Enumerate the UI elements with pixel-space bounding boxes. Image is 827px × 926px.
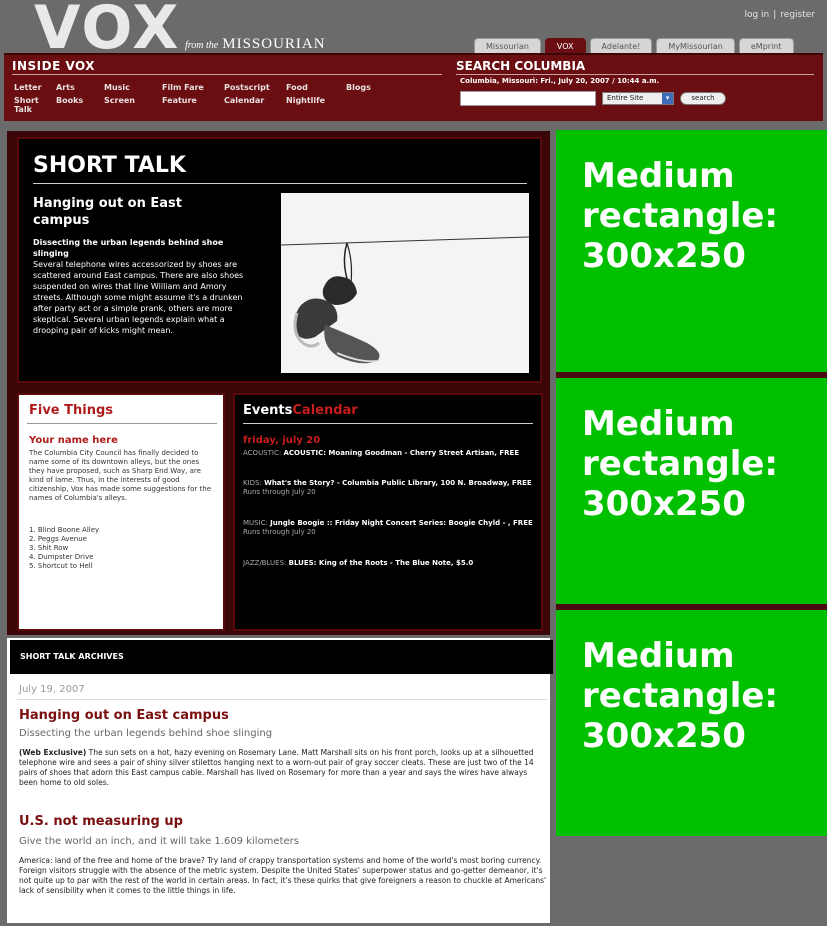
ad-medium-rectangle[interactable]: Medium rectangle: 300x250: [556, 610, 827, 836]
event-item[interactable]: JAZZ/BLUES: BLUES: King of the Roots - T…: [243, 559, 539, 568]
nav-nightlife[interactable]: Nightlife: [286, 96, 346, 114]
divider: [243, 423, 533, 424]
ad-medium-rectangle[interactable]: Medium rectangle: 300x250: [556, 130, 827, 372]
event-category: KIDS:: [243, 479, 262, 487]
nav-books[interactable]: Books: [56, 96, 104, 114]
section-title: SHORT TALK: [33, 153, 186, 178]
nav-arts[interactable]: Arts: [56, 83, 104, 92]
main-content: SHORT TALK Hanging out on East campus Di…: [4, 128, 553, 638]
short-talk-feature: SHORT TALK Hanging out on East campus Di…: [17, 137, 542, 383]
dateline: Columbia, Missouri: Fri., July 20, 2007 …: [460, 77, 660, 85]
five-things-list: 1. Blind Boone Alley 2. Peggs Avenue 3. …: [29, 526, 215, 571]
events-title-main: Events: [243, 403, 293, 418]
hanging-shoes-image: [281, 193, 529, 373]
nav-short-talk[interactable]: Short Talk: [14, 96, 56, 114]
missourian-tagline: from the MISSOURIAN: [185, 36, 326, 53]
divider: [17, 699, 547, 700]
divider: |: [773, 10, 777, 20]
search-scope-select[interactable]: Entire Site ▾: [602, 92, 674, 105]
divider: [33, 183, 527, 184]
event-category: JAZZ/BLUES:: [243, 559, 287, 567]
navigation-bar: INSIDE VOX Letter Arts Music Film Fare P…: [4, 53, 823, 121]
event-runs: Runs through July 20: [243, 528, 316, 536]
chevron-down-icon: ▾: [662, 93, 673, 104]
divider: [27, 423, 217, 424]
archives-header: SHORT TALK ARCHIVES: [10, 640, 553, 674]
nav-music[interactable]: Music: [104, 83, 162, 92]
event-category: ACOUSTIC:: [243, 449, 282, 457]
ad-medium-rectangle[interactable]: Medium rectangle: 300x250: [556, 378, 827, 604]
event-category: MUSIC:: [243, 519, 268, 527]
archive-subhead: Give the world an inch, and it will take…: [19, 836, 299, 847]
register-link[interactable]: register: [780, 10, 815, 20]
events-date: friday, july 20: [243, 435, 321, 446]
archive-lead: (Web Exclusive): [19, 748, 87, 757]
event-text: ACOUSTIC: Moaning Goodman - Cherry Stree…: [283, 449, 520, 457]
five-things-box: Five Things Your name here The Columbia …: [17, 393, 225, 631]
short-talk-archives: SHORT TALK ARCHIVES July 19, 2007 Hangin…: [4, 638, 553, 926]
nav-postscript[interactable]: Postscript: [224, 83, 286, 92]
tab-mymissourian[interactable]: MyMissourian: [656, 38, 735, 53]
nav-calendar[interactable]: Calendar: [224, 96, 286, 114]
archive-headline[interactable]: U.S. not measuring up: [19, 814, 183, 829]
site-tabs: Missourian VOX Adelante! MyMissourian eM…: [474, 38, 794, 53]
archives-date: July 19, 2007: [19, 684, 85, 695]
event-item[interactable]: ACOUSTIC: ACOUSTIC: Moaning Goodman - Ch…: [243, 449, 539, 458]
events-title-calendar: Calendar: [292, 403, 358, 418]
list-item: 4. Dumpster Drive: [29, 553, 94, 561]
archive-text: America: land of the free and home of th…: [19, 856, 547, 895]
events-calendar-box: EventsCalendar friday, july 20 ACOUSTIC:…: [233, 393, 543, 631]
feature-body: Several telephone wires accessorized by …: [33, 260, 244, 335]
tab-missourian[interactable]: Missourian: [474, 38, 541, 53]
feature-photo[interactable]: [281, 193, 529, 373]
site-header: VOX from the MISSOURIAN log in | register M…: [0, 0, 827, 128]
feature-subhead: Dissecting the urban legends behind shoe…: [33, 238, 224, 258]
five-things-subhead[interactable]: Your name here: [29, 435, 118, 446]
from-the-text: from the: [185, 40, 219, 51]
missourian-text: MISSOURIAN: [222, 36, 326, 52]
five-things-body: The Columbia City Council has finally de…: [29, 449, 212, 502]
archive-subhead: Dissecting the urban legends behind shoe…: [19, 728, 273, 739]
section-nav: Letter Arts Music Film Fare Postscript F…: [14, 83, 390, 114]
list-item: 1. Blind Boone Alley: [29, 526, 100, 534]
list-item: 3. Shit Row: [29, 544, 69, 552]
list-item: 5. Shortcut to Hell: [29, 562, 93, 570]
nav-feature[interactable]: Feature: [162, 96, 224, 114]
feature-headline[interactable]: Hanging out on East campus: [33, 195, 233, 229]
nav-food[interactable]: Food: [286, 83, 346, 92]
tab-emprint[interactable]: eMprint: [738, 38, 794, 53]
nav-letter[interactable]: Letter: [14, 83, 56, 92]
five-things-title[interactable]: Five Things: [29, 403, 113, 418]
tab-adelante[interactable]: Adelante!: [589, 38, 653, 53]
archive-body: America: land of the free and home of th…: [19, 856, 547, 896]
archive-body: (Web Exclusive) The sun sets on a hot, h…: [19, 748, 547, 788]
nav-film-fare[interactable]: Film Fare: [162, 83, 224, 92]
vox-logo[interactable]: VOX: [34, 0, 181, 60]
search-title: SEARCH COLUMBIA: [456, 59, 814, 75]
events-title[interactable]: EventsCalendar: [243, 403, 358, 418]
event-text: What's the Story? - Columbia Public Libr…: [264, 479, 532, 487]
event-text: Jungle Boogie :: Friday Night Concert Se…: [270, 519, 533, 527]
search-scope-value: Entire Site: [607, 94, 644, 102]
inside-vox-title: INSIDE VOX: [12, 59, 442, 75]
archive-text: The sun sets on a hot, hazy evening on R…: [19, 748, 534, 787]
login-link[interactable]: log in: [744, 10, 769, 20]
event-text: BLUES: King of the Roots - The Blue Note…: [288, 559, 474, 567]
user-links: log in | register: [744, 10, 815, 20]
event-item[interactable]: MUSIC: Jungle Boogie :: Friday Night Con…: [243, 519, 539, 537]
nav-blogs[interactable]: Blogs: [346, 83, 390, 92]
nav-screen[interactable]: Screen: [104, 96, 162, 114]
event-item[interactable]: KIDS: What's the Story? - Columbia Publi…: [243, 479, 539, 497]
list-item: 2. Peggs Avenue: [29, 535, 87, 543]
event-runs: Runs through July 20: [243, 488, 316, 496]
search-input[interactable]: [460, 91, 596, 106]
search-button[interactable]: search: [680, 92, 726, 105]
archive-headline[interactable]: Hanging out on East campus: [19, 708, 229, 723]
tab-vox[interactable]: VOX: [544, 38, 586, 53]
